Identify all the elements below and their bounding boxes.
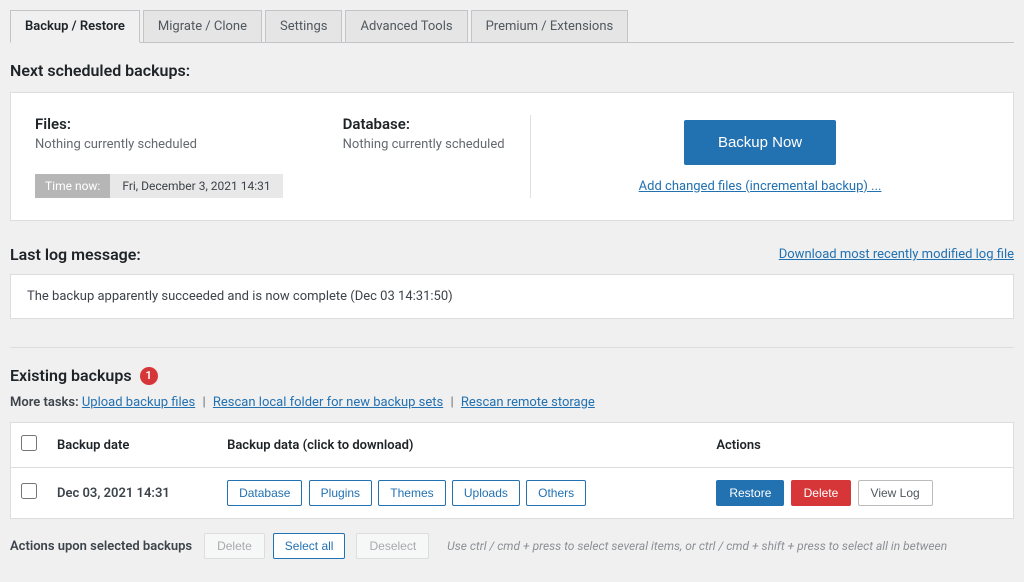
row-data-buttons: Database Plugins Themes Uploads Others	[217, 468, 706, 519]
tab-migrate-clone[interactable]: Migrate / Clone	[143, 10, 262, 42]
download-themes-button[interactable]: Themes	[378, 480, 445, 506]
rescan-remote-link[interactable]: Rescan remote storage	[461, 395, 595, 410]
download-uploads-button[interactable]: Uploads	[452, 480, 520, 506]
tab-premium-extensions[interactable]: Premium / Extensions	[471, 10, 629, 42]
view-log-button[interactable]: View Log	[858, 480, 933, 506]
restore-button[interactable]: Restore	[716, 480, 784, 506]
download-log-link[interactable]: Download most recently modified log file	[779, 247, 1014, 262]
scheduled-heading: Next scheduled backups:	[10, 61, 1014, 80]
table-row: Dec 03, 2021 14:31 Database Plugins Them…	[11, 468, 1014, 519]
incremental-backup-link[interactable]: Add changed files (incremental backup) .…	[639, 179, 882, 194]
download-others-button[interactable]: Others	[526, 480, 586, 506]
log-heading: Last log message:	[10, 245, 141, 264]
existing-heading: Existing backups	[10, 366, 132, 385]
col-actions: Actions	[706, 423, 1013, 468]
row-checkbox[interactable]	[21, 483, 37, 499]
bulk-label: Actions upon selected backups	[10, 539, 192, 554]
bulk-actions: Actions upon selected backups Delete Sel…	[10, 533, 1014, 559]
row-date: Dec 03, 2021 14:31	[47, 468, 217, 519]
tab-advanced-tools[interactable]: Advanced Tools	[345, 10, 467, 42]
tab-backup-restore[interactable]: Backup / Restore	[10, 10, 140, 43]
rescan-local-link[interactable]: Rescan local folder for new backup sets	[213, 395, 443, 410]
existing-count-badge: 1	[140, 367, 158, 385]
tabs: Backup / Restore Migrate / Clone Setting…	[10, 10, 1014, 43]
row-actions: Restore Delete View Log	[706, 468, 1013, 519]
more-tasks: More tasks: Upload backup files | Rescan…	[10, 395, 1014, 410]
delete-button[interactable]: Delete	[791, 480, 852, 506]
col-backup-data: Backup data (click to download)	[217, 423, 706, 468]
backup-now-button[interactable]: Backup Now	[684, 120, 836, 165]
bulk-deselect-button[interactable]: Deselect	[356, 533, 429, 559]
scheduled-panel: Files: Nothing currently scheduled Time …	[10, 92, 1014, 221]
bulk-hint: Use ctrl / cmd + press to select several…	[447, 539, 947, 553]
files-label: Files:	[35, 115, 283, 133]
database-value: Nothing currently scheduled	[343, 137, 505, 152]
bulk-select-all-button[interactable]: Select all	[273, 533, 346, 559]
col-backup-date: Backup date	[47, 423, 217, 468]
timenow-label: Time now:	[35, 174, 110, 198]
download-plugins-button[interactable]: Plugins	[309, 480, 372, 506]
bulk-delete-button[interactable]: Delete	[204, 533, 265, 559]
database-label: Database:	[343, 115, 505, 133]
upload-backup-link[interactable]: Upload backup files	[82, 395, 195, 410]
log-message: The backup apparently succeeded and is n…	[10, 274, 1014, 319]
files-value: Nothing currently scheduled	[35, 137, 283, 152]
download-database-button[interactable]: Database	[227, 480, 302, 506]
select-all-checkbox[interactable]	[21, 435, 37, 451]
timenow-value: Fri, December 3, 2021 14:31	[110, 174, 282, 198]
backups-table: Backup date Backup data (click to downlo…	[10, 422, 1014, 519]
tab-settings[interactable]: Settings	[265, 10, 342, 42]
